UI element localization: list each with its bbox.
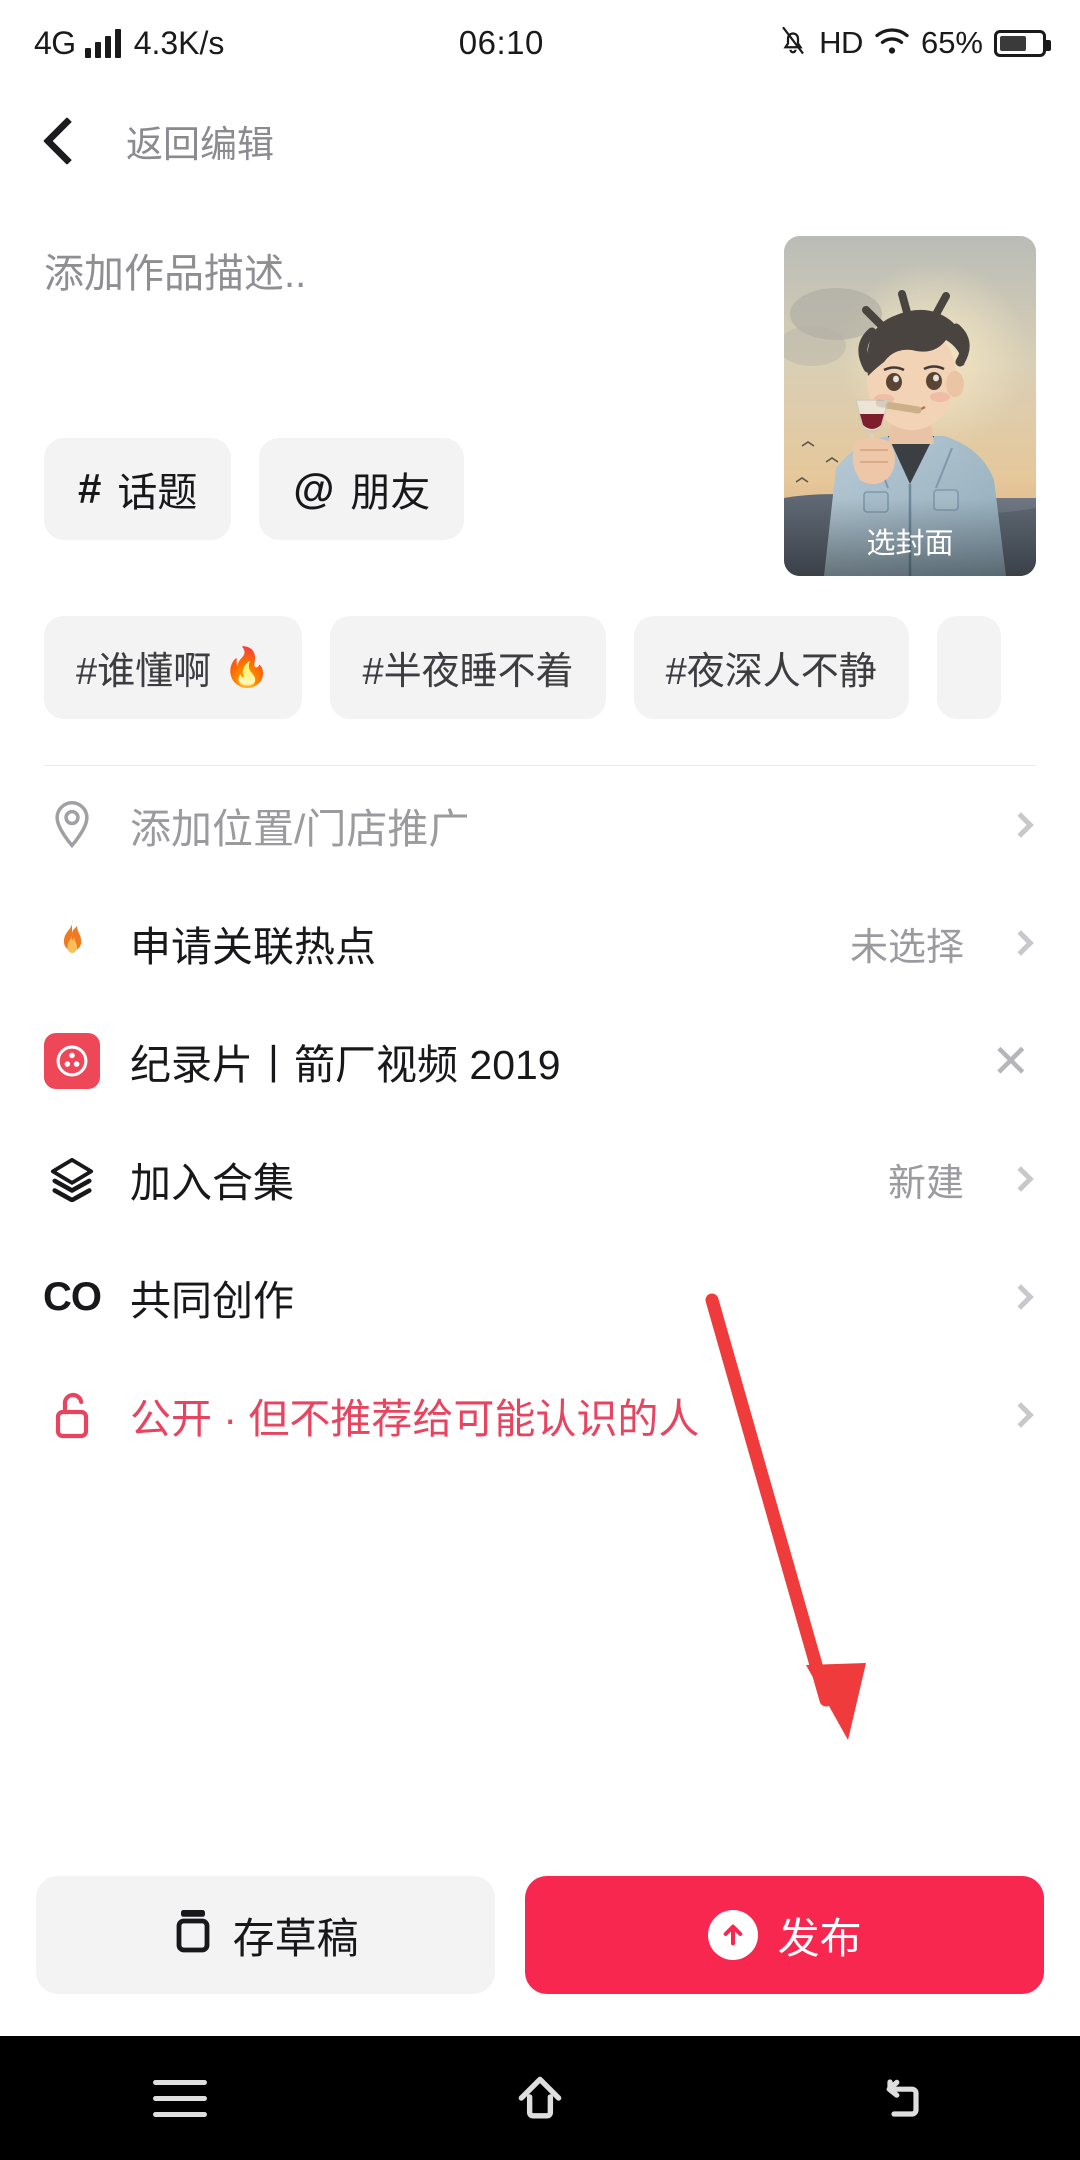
hashtag-suggestion[interactable]: #半夜睡不着 [330,616,606,719]
status-bar: 4G 4.3K/s 06:10 HD 65% [0,0,1080,86]
row-privacy-label: 公开 · 但不推荐给可能认识的人 [130,1396,700,1442]
hd-icon: HD [819,25,863,60]
battery-icon [994,29,1051,57]
hash-icon: # [78,465,102,512]
chevron-right-icon [1008,1166,1034,1192]
flame-emoji-icon: 🔥 [223,646,271,689]
close-x-icon[interactable]: ✕ [991,1038,1030,1084]
back-icon[interactable] [840,2070,960,2126]
cover-label: 选封面 [784,498,1036,576]
save-draft-icon [173,1907,213,1963]
hashtag-suggestion-strip[interactable]: #谁懂啊 🔥 #半夜睡不着 #夜深人不静 [0,576,1080,719]
hashtag-suggestion-overflow[interactable] [936,616,1001,719]
home-icon[interactable] [480,2069,600,2127]
location-pin-icon [44,799,100,851]
hashtag-label: #夜深人不静 [665,651,877,693]
row-collection-label: 加入合集 [130,1160,294,1206]
row-location-label: 添加位置/门店推广 [130,806,470,852]
chevron-left-icon[interactable] [42,116,92,166]
hashtag-label: #谁懂啊 [76,651,212,693]
row-linked-content[interactable]: 纪录片丨箭厂视频 2019 ✕ [44,1002,1036,1120]
chevron-right-icon [1008,812,1034,838]
clock-label: 06:10 [458,24,544,61]
status-bar-right: HD 65% [778,24,1051,63]
topic-chip-label: 话题 [117,471,198,515]
save-draft-button[interactable]: 存草稿 [36,1876,496,1994]
row-hot-topic[interactable]: 申请关联热点 未选择 [44,884,1036,1002]
row-hot-topic-value: 未选择 [849,926,964,969]
page-header: 返回编辑 [0,86,1080,196]
cover-thumbnail[interactable]: 选封面 [784,236,1036,576]
hashtag-label: #半夜睡不着 [362,651,574,693]
film-reel-icon [44,1033,100,1089]
hashtag-suggestion[interactable]: #夜深人不静 [633,616,909,719]
row-location[interactable]: 添加位置/门店推广 [44,766,1036,884]
chevron-right-icon [1008,930,1034,956]
network-type-label: 4G [34,24,76,61]
battery-percent-label: 65% [920,25,983,60]
topic-chip[interactable]: # 话题 [44,438,232,540]
description-left-column: 添加作品描述.. # 话题 @ 朋友 [44,236,756,576]
status-bar-left: 4G 4.3K/s [34,25,224,62]
settings-rows: 添加位置/门店推广 申请关联热点 未选择 纪录片丨箭厂视频 2019 ✕ 加入合… [0,766,1080,1474]
layers-icon [44,1156,100,1202]
chevron-right-icon [1008,1402,1034,1428]
row-co-creation[interactable]: CO 共同创作 [43,1238,1036,1356]
publish-label: 发布 [777,1914,862,1962]
publish-button[interactable]: 发布 [525,1876,1044,1994]
signal-bars-icon [84,28,121,58]
unlock-icon [44,1390,100,1440]
description-input[interactable]: 添加作品描述.. [44,236,756,302]
hashtag-suggestion[interactable]: #谁懂啊 🔥 [44,616,303,719]
footer-actions: 存草稿 发布 [0,1876,1080,2036]
row-linked-content-label: 纪录片丨箭厂视频 2019 [130,1042,561,1088]
menu-icon[interactable] [120,2079,240,2117]
row-privacy[interactable]: 公开 · 但不推荐给可能认识的人 [44,1356,1036,1474]
chevron-right-icon [1008,1284,1034,1310]
friend-chip-label: 朋友 [350,471,431,515]
network-speed-label: 4.3K/s [133,24,225,61]
description-section: 添加作品描述.. # 话题 @ 朋友 选封面 [0,196,1080,576]
arrow-up-circle-icon [707,1910,758,1960]
row-hot-topic-label: 申请关联热点 [130,924,376,970]
publish-screen: 4G 4.3K/s 06:10 HD 65% 返回编辑 添加作品描述.. # 话… [0,0,1080,2160]
at-icon: @ [293,465,335,512]
back-to-edit-label[interactable]: 返回编辑 [126,114,274,168]
android-navigation-bar [0,2036,1080,2160]
row-co-creation-label: 共同创作 [130,1278,294,1324]
mute-bell-icon [778,24,808,63]
co-create-icon: CO [43,1274,102,1319]
wifi-icon [874,26,910,61]
flame-icon [44,917,100,969]
row-collection-value[interactable]: 新建 [888,1152,964,1207]
row-collection[interactable]: 加入合集 新建 [44,1120,1036,1238]
friend-chip[interactable]: @ 朋友 [259,438,465,540]
save-draft-label: 存草稿 [232,1914,359,1962]
insert-chip-row: # 话题 @ 朋友 [44,438,756,540]
